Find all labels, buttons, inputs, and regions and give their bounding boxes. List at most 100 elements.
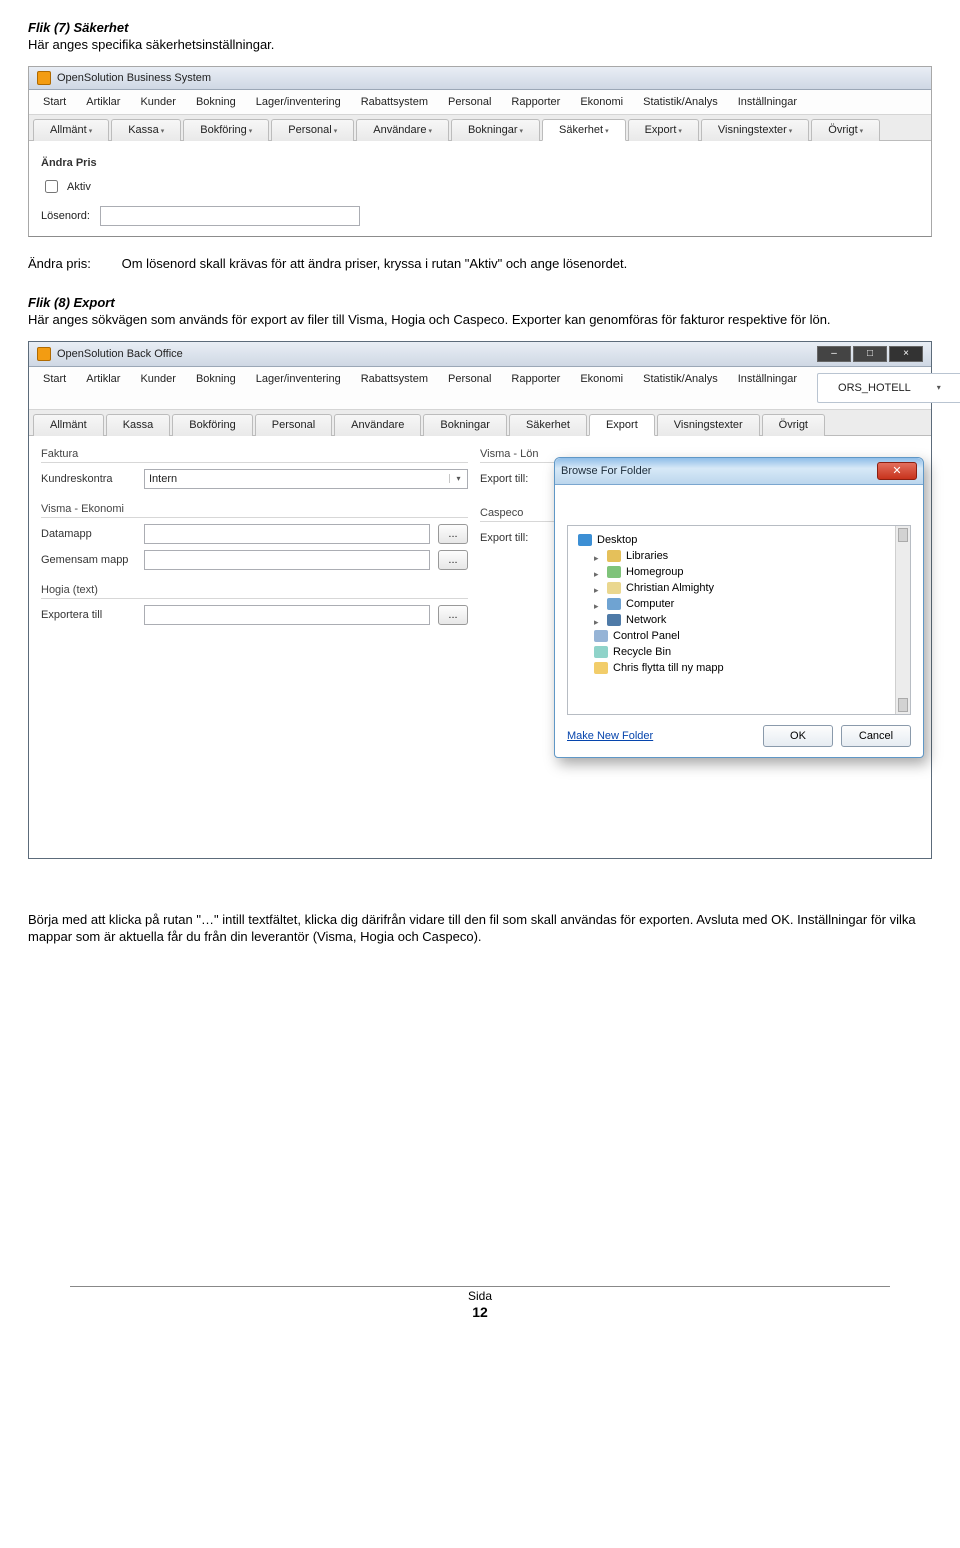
tab-sakerhet[interactable]: Säkerhet (509, 414, 587, 436)
group-label: Ändra Pris (41, 157, 919, 169)
tab-kassa[interactable]: Kassa (106, 414, 171, 436)
network-icon (607, 614, 621, 626)
section-7-sub: Här anges specifika säkerhetsinställning… (28, 37, 932, 52)
menu-item[interactable]: Personal (438, 92, 501, 112)
andra-pris-explain: Ändra pris: Om lösenord skall krävas för… (28, 255, 932, 273)
menu-item[interactable]: Ekonomi (570, 369, 633, 407)
tab-export[interactable]: Export (589, 414, 655, 436)
user-icon (607, 582, 621, 594)
visma-ekonomi-legend: Visma - Ekonomi (41, 503, 468, 518)
menu-item[interactable]: Ekonomi (570, 92, 633, 112)
tab-personal[interactable]: Personal (255, 414, 332, 436)
expand-icon[interactable] (594, 584, 602, 592)
homegroup-icon (607, 566, 621, 578)
gemensam-input[interactable] (144, 550, 430, 570)
desktop-icon (578, 534, 592, 546)
ok-button[interactable]: OK (763, 725, 833, 747)
main-menu-2: Start Artiklar Kunder Bokning Lager/inve… (29, 367, 931, 410)
tree-item[interactable]: Recycle Bin (613, 646, 671, 658)
hogia-legend: Hogia (text) (41, 584, 468, 599)
tab-bokningar[interactable]: Bokningar▾ (451, 119, 540, 141)
browse-button[interactable]: ... (438, 605, 468, 625)
menu-item[interactable]: Kunder (130, 369, 185, 407)
make-new-folder-link[interactable]: Make New Folder (567, 730, 653, 742)
datamapp-input[interactable] (144, 524, 430, 544)
database-selector[interactable]: ORS_HOTELL▾ (817, 373, 960, 403)
faktura-legend: Faktura (41, 448, 468, 463)
menu-item[interactable]: Start (33, 92, 76, 112)
tree-item[interactable]: Christian Almighty (626, 582, 714, 594)
tab-sakerhet[interactable]: Säkerhet▾ (542, 119, 626, 141)
tree-item[interactable]: Network (626, 614, 666, 626)
tab-bokforing[interactable]: Bokföring (172, 414, 252, 436)
tree-item[interactable]: Desktop (597, 534, 637, 546)
expand-icon[interactable] (594, 600, 602, 608)
maximize-button[interactable]: □ (853, 346, 887, 362)
aktiv-checkbox[interactable] (45, 180, 58, 193)
cancel-button[interactable]: Cancel (841, 725, 911, 747)
menu-item[interactable]: Rapporter (501, 369, 570, 407)
expand-icon[interactable] (594, 552, 602, 560)
tab-anvandare[interactable]: Användare (334, 414, 421, 436)
kundreskontra-select[interactable]: Intern ▾ (144, 469, 468, 489)
tab-bokningar[interactable]: Bokningar (423, 414, 507, 436)
menu-item[interactable]: Inställningar (728, 92, 807, 112)
scrollbar[interactable] (895, 526, 910, 714)
subtabs-2: Allmänt Kassa Bokföring Personal Använda… (29, 410, 931, 436)
browse-button[interactable]: ... (438, 524, 468, 544)
page-number: 12 (472, 1304, 488, 1320)
menu-item[interactable]: Lager/inventering (246, 92, 351, 112)
tree-item[interactable]: Homegroup (626, 566, 683, 578)
folder-tree[interactable]: Desktop Libraries Homegroup Christian Al… (567, 525, 911, 715)
dialog-title: Browse For Folder (561, 465, 651, 477)
close-button[interactable]: × (889, 346, 923, 362)
window-title: OpenSolution Business System (57, 72, 211, 84)
menu-item[interactable]: Statistik/Analys (633, 369, 728, 407)
menu-item[interactable]: Rabattsystem (351, 369, 438, 407)
screenshot-security: OpenSolution Business System Start Artik… (28, 66, 932, 237)
hogia-export-label: Exportera till (41, 609, 136, 621)
tab-kassa[interactable]: Kassa▾ (111, 119, 181, 141)
menu-item[interactable]: Inställningar (728, 369, 807, 407)
tab-anvandare[interactable]: Användare▾ (356, 119, 449, 141)
minimize-button[interactable]: – (817, 346, 851, 362)
datamapp-label: Datamapp (41, 528, 136, 540)
folder-icon (594, 662, 608, 674)
page-footer: Sida 12 (28, 1286, 932, 1321)
tab-ovrigt[interactable]: Övrigt (762, 414, 825, 436)
expand-icon[interactable] (594, 616, 602, 624)
menu-item[interactable]: Kunder (130, 92, 185, 112)
menu-item[interactable]: Start (33, 369, 76, 407)
window-controls: – □ × (817, 346, 923, 362)
hogia-export-input[interactable] (144, 605, 430, 625)
menu-item[interactable]: Artiklar (76, 369, 130, 407)
tree-item[interactable]: Chris flytta till ny mapp (613, 662, 724, 674)
menu-item[interactable]: Rapporter (501, 92, 570, 112)
tab-visningstexter[interactable]: Visningstexter (657, 414, 760, 436)
aktiv-label: Aktiv (67, 181, 91, 193)
menu-item[interactable]: Bokning (186, 92, 246, 112)
menu-item[interactable]: Lager/inventering (246, 369, 351, 407)
tab-ovrigt[interactable]: Övrigt▾ (811, 119, 880, 141)
computer-icon (607, 598, 621, 610)
menu-item[interactable]: Bokning (186, 369, 246, 407)
dialog-close-button[interactable]: ✕ (877, 462, 917, 480)
tab-personal[interactable]: Personal▾ (271, 119, 354, 141)
tree-item[interactable]: Control Panel (613, 630, 680, 642)
tree-item[interactable]: Computer (626, 598, 674, 610)
password-input[interactable] (100, 206, 360, 226)
menu-item[interactable]: Rabattsystem (351, 92, 438, 112)
tree-item[interactable]: Libraries (626, 550, 668, 562)
tab-bokforing[interactable]: Bokföring▾ (183, 119, 269, 141)
expand-icon[interactable] (594, 568, 602, 576)
tab-allmant[interactable]: Allmänt▾ (33, 119, 109, 141)
menu-item[interactable]: Statistik/Analys (633, 92, 728, 112)
browse-button[interactable]: ... (438, 550, 468, 570)
menu-item[interactable]: Artiklar (76, 92, 130, 112)
tab-allmant[interactable]: Allmänt (33, 414, 104, 436)
footer-rule (70, 1286, 890, 1288)
export-instructions: Börja med att klicka på rutan "…" intill… (28, 911, 932, 946)
tab-visningstexter[interactable]: Visningstexter▾ (701, 119, 809, 141)
tab-export[interactable]: Export▾ (628, 119, 699, 141)
menu-item[interactable]: Personal (438, 369, 501, 407)
